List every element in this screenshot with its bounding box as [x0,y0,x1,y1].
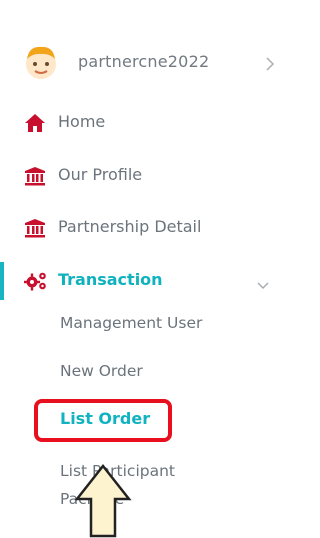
gears-icon [24,271,46,291]
user-name: partnercne2022 [78,52,210,71]
chevron-down-icon [256,276,270,290]
sidebar-item-home[interactable]: Home [0,106,277,140]
submenu-item-new-order[interactable]: New Order [60,362,143,380]
sidebar-item-label: Our Profile [58,165,143,184]
sidebar-item-label: Transaction [58,270,163,289]
sidebar-item-label: Partnership Detail [58,217,202,236]
highlight-box [34,399,172,442]
bank-icon [24,218,46,238]
chevron-right-icon [264,56,276,72]
bank-icon [24,166,46,186]
arrow-up-icon [74,463,132,538]
submenu-item-management-user[interactable]: Management User [60,314,202,332]
home-icon [24,113,46,133]
user-profile-menu[interactable]: partnercne2022 [24,44,277,82]
sidebar-item-transaction[interactable]: Transaction [0,264,277,298]
sidebar-item-our-profile[interactable]: Our Profile [0,159,277,193]
sidebar-item-label: Home [58,112,106,131]
user-avatar [24,44,58,82]
sidebar-item-partnership-detail[interactable]: Partnership Detail [0,211,277,245]
